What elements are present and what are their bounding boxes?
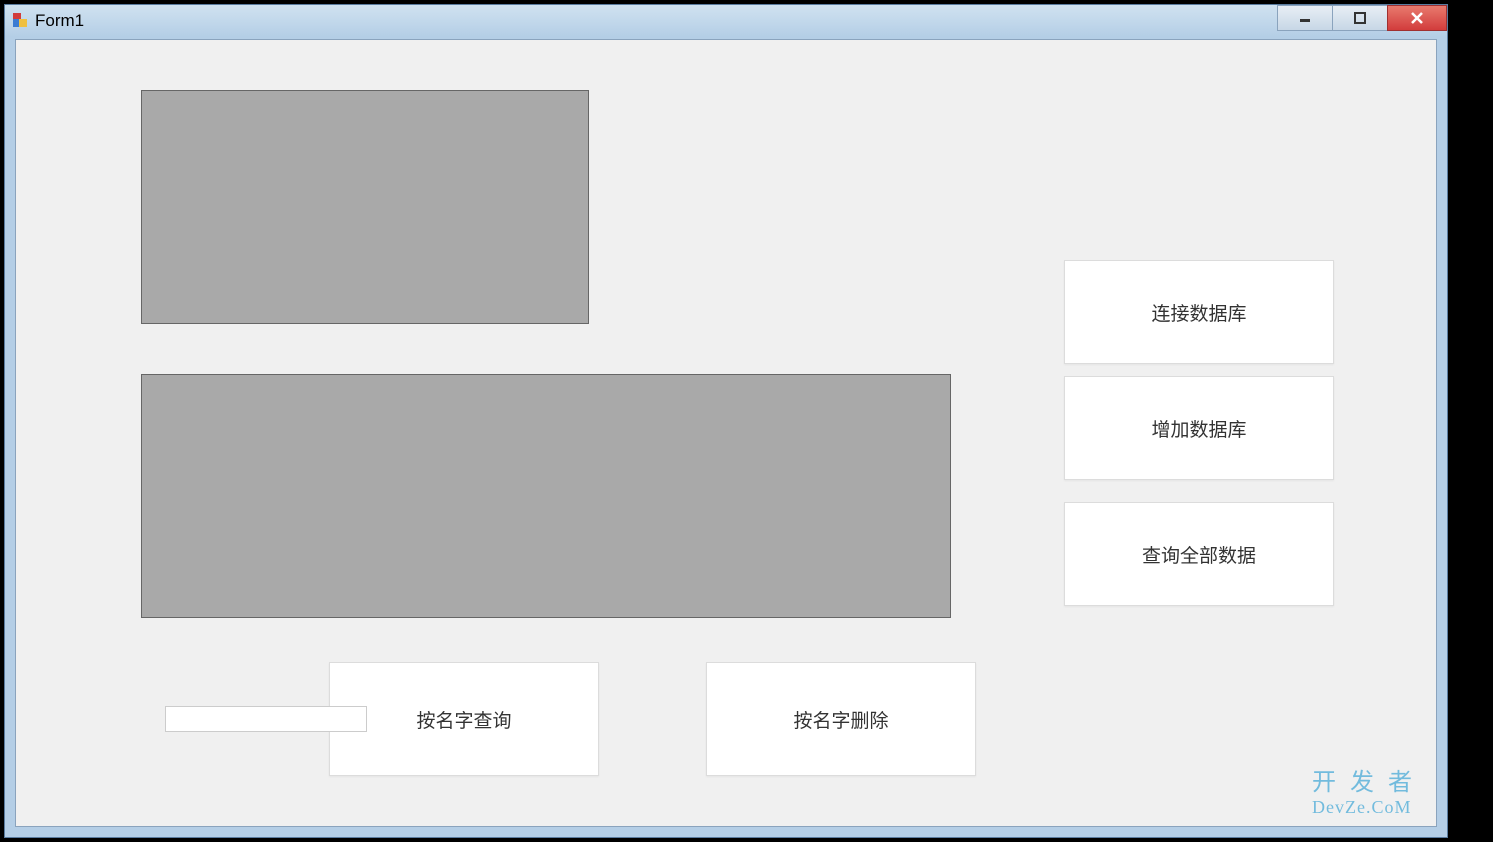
client-area: 连接数据库 增加数据库 查询全部数据 按名字查询 按名字删除 开 发 者 Dev… — [15, 39, 1437, 827]
name-input[interactable] — [165, 706, 367, 732]
window-title: Form1 — [35, 11, 84, 31]
app-icon — [13, 13, 29, 29]
query-by-name-button[interactable]: 按名字查询 — [329, 662, 599, 776]
panel-bottom — [141, 374, 951, 618]
window-controls — [1278, 5, 1447, 31]
app-window: Form1 连接数据库 增加数据 — [4, 4, 1448, 838]
button-label: 连接数据库 — [1151, 299, 1246, 326]
minimize-button[interactable] — [1277, 5, 1333, 31]
panel-top — [141, 90, 589, 324]
button-label: 按名字删除 — [793, 706, 888, 733]
button-label: 增加数据库 — [1151, 415, 1246, 442]
watermark-line2: DevZe.CoM — [1312, 797, 1416, 818]
watermark: 开 发 者 DevZe.CoM — [1312, 762, 1416, 818]
titlebar[interactable]: Form1 — [5, 5, 1447, 37]
add-db-button[interactable]: 增加数据库 — [1064, 376, 1334, 480]
query-all-button[interactable]: 查询全部数据 — [1064, 502, 1334, 606]
close-button[interactable] — [1387, 5, 1447, 31]
button-label: 查询全部数据 — [1142, 541, 1256, 568]
delete-by-name-button[interactable]: 按名字删除 — [706, 662, 976, 776]
watermark-line1: 开 发 者 — [1312, 770, 1416, 796]
maximize-icon — [1354, 12, 1366, 24]
minimize-icon — [1299, 12, 1311, 24]
connect-db-button[interactable]: 连接数据库 — [1064, 260, 1334, 364]
close-icon — [1410, 11, 1424, 25]
button-label: 按名字查询 — [416, 706, 511, 733]
maximize-button[interactable] — [1332, 5, 1388, 31]
